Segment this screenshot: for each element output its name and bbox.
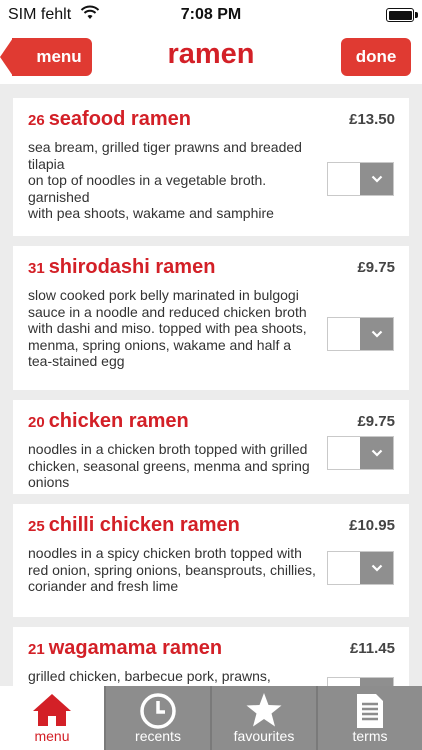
document-icon — [354, 692, 386, 733]
battery-icon — [386, 8, 418, 22]
status-time: 7:08 PM — [180, 6, 242, 23]
quantity-field[interactable] — [328, 318, 360, 350]
menu-item-card: 20 chicken ramen £9.75 noodles in a chick… — [13, 400, 409, 494]
item-price: £9.75 — [357, 413, 395, 430]
item-name: chicken ramen — [48, 410, 189, 432]
tab-terms[interactable]: terms — [316, 686, 422, 750]
item-name: shirodashi ramen — [48, 256, 216, 278]
quantity-dropdown[interactable] — [327, 677, 394, 686]
chevron-down-icon[interactable] — [360, 318, 393, 350]
item-description: sea bream, grilled tiger prawns and brea… — [28, 139, 302, 221]
quantity-field[interactable] — [328, 552, 360, 584]
item-price: £13.50 — [349, 111, 395, 128]
quantity-dropdown[interactable] — [327, 551, 394, 585]
navigation-bar: menu ramen done — [0, 30, 422, 84]
item-description: grilled chicken, barbecue pork, prawns, … — [28, 668, 272, 686]
item-description: noodles in a chicken broth topped with g… — [28, 441, 310, 490]
chevron-down-icon[interactable] — [360, 552, 393, 584]
item-name: wagamama ramen — [48, 637, 223, 659]
quantity-dropdown[interactable] — [327, 317, 394, 351]
item-number: 26 — [28, 112, 45, 129]
item-description: slow cooked pork belly marinated in bulg… — [28, 287, 307, 369]
star-icon — [245, 692, 283, 731]
menu-item-card: 31 shirodashi ramen £9.75 slow cooked por… — [13, 246, 409, 390]
menu-item-card: 21 wagamama ramen £11.45 grilled chicken,… — [13, 627, 409, 686]
status-bar: SIM fehlt 7:08 PM — [0, 0, 422, 30]
tab-favourites[interactable]: favourites — [210, 686, 316, 750]
menu-item-list[interactable]: 26 seafood ramen £13.50 sea bream, grille… — [0, 84, 422, 686]
quantity-dropdown[interactable] — [327, 436, 394, 470]
tab-bar: menu recents favourites terms — [0, 686, 422, 750]
home-icon — [31, 692, 73, 731]
item-number: 20 — [28, 414, 45, 431]
item-number: 21 — [28, 641, 45, 658]
chevron-down-icon[interactable] — [360, 437, 393, 469]
chevron-down-icon[interactable] — [360, 678, 393, 686]
item-price: £11.45 — [349, 640, 395, 657]
tab-recents[interactable]: recents — [104, 686, 210, 750]
item-name: seafood ramen — [48, 108, 191, 130]
done-button[interactable]: done — [341, 38, 411, 76]
item-price: £10.95 — [349, 517, 395, 534]
tab-menu[interactable]: menu — [0, 686, 104, 750]
item-number: 31 — [28, 260, 45, 277]
menu-item-card: 25 chilli chicken ramen £10.95 noodles in… — [13, 504, 409, 617]
clock-icon — [139, 692, 177, 733]
quantity-dropdown[interactable] — [327, 162, 394, 196]
item-name: chilli chicken ramen — [48, 514, 240, 536]
quantity-field[interactable] — [328, 163, 360, 195]
quantity-field[interactable] — [328, 678, 360, 686]
menu-item-card: 26 seafood ramen £13.50 sea bream, grille… — [13, 98, 409, 236]
quantity-field[interactable] — [328, 437, 360, 469]
item-number: 25 — [28, 518, 45, 535]
chevron-down-icon[interactable] — [360, 163, 393, 195]
item-description: noodles in a spicy chicken broth topped … — [28, 545, 316, 594]
item-price: £9.75 — [357, 259, 395, 276]
